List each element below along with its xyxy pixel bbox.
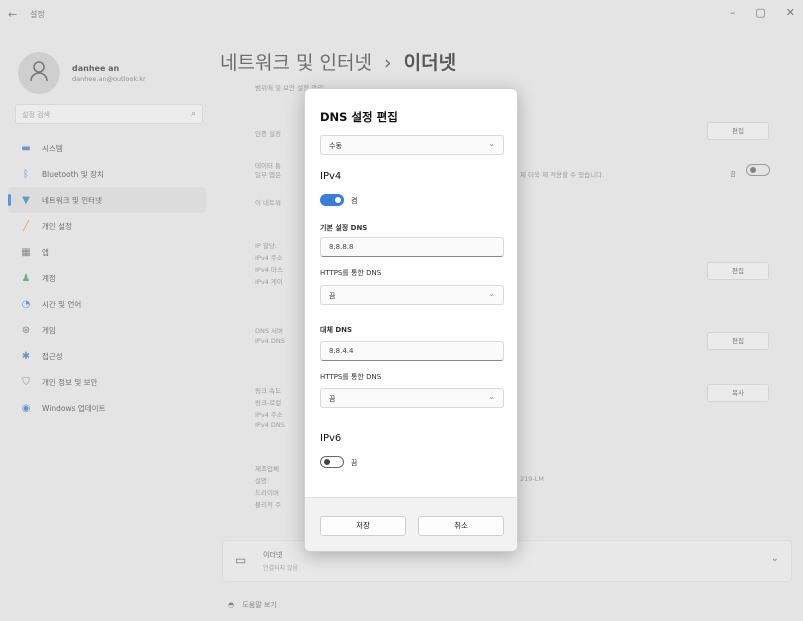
cancel-button[interactable]: 취소 (418, 516, 504, 536)
alternate-dns-value: 8.8.4.4 (329, 347, 354, 355)
ipv6-toggle-label: 끔 (351, 459, 358, 467)
chevron-down-icon: ⌄ (488, 289, 495, 298)
dns-mode-select[interactable]: 수동 ⌄ (320, 135, 504, 155)
ipv4-toggle[interactable] (320, 194, 344, 206)
https-dns-select[interactable]: 끔 ⌄ (320, 285, 504, 305)
dns-settings-dialog: DNS 설정 편집 수동 ⌄ IPv4 켬 기본 설정 DNS 8.8.8.8 … (304, 88, 518, 552)
dialog-footer: 저장 취소 (305, 497, 517, 551)
preferred-dns-label: 기본 설정 DNS (320, 224, 368, 232)
chevron-down-icon: ⌄ (488, 139, 495, 148)
ipv6-toggle[interactable] (320, 456, 344, 468)
dialog-title: DNS 설정 편집 (320, 110, 398, 124)
dns-mode-value: 수동 (329, 142, 342, 150)
ipv4-title: IPv4 (320, 171, 342, 182)
alternate-dns-input[interactable]: 8.8.4.4 (320, 341, 504, 361)
https-dns-value: 끔 (329, 292, 336, 300)
alternate-dns-label: 대체 DNS (320, 326, 353, 334)
preferred-dns-input[interactable]: 8.8.8.8 (320, 237, 504, 257)
chevron-down-icon: ⌄ (488, 392, 495, 401)
https-dns-value-2: 끔 (329, 395, 336, 403)
https-dns-label: HTTPS를 통한 DNS (320, 269, 382, 277)
https-dns-label-2: HTTPS를 통한 DNS (320, 373, 382, 381)
ipv4-toggle-label: 켬 (351, 197, 358, 205)
https-dns-select-2[interactable]: 끔 ⌄ (320, 388, 504, 408)
save-button[interactable]: 저장 (320, 516, 406, 536)
preferred-dns-value: 8.8.8.8 (329, 243, 354, 251)
ipv6-title: IPv6 (320, 433, 342, 444)
